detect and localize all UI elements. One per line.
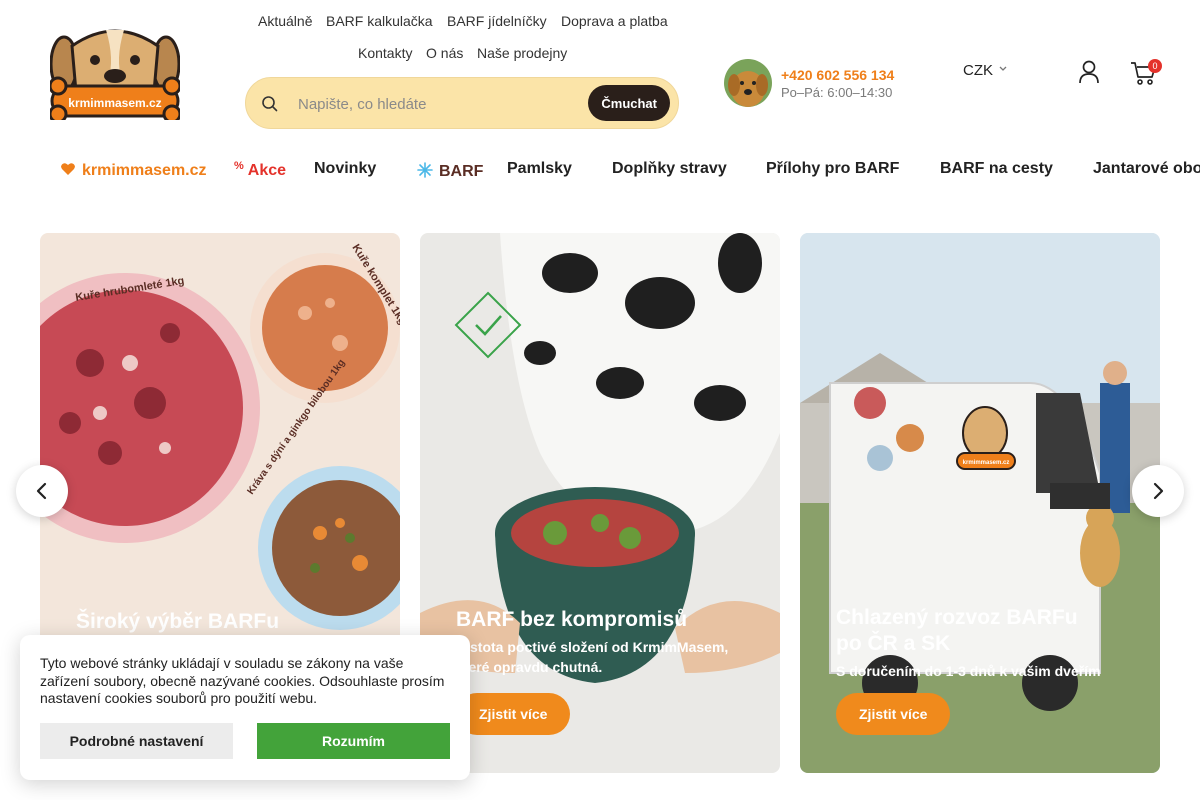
chevron-right-icon <box>1153 482 1164 500</box>
carousel-next-button[interactable] <box>1132 465 1184 517</box>
nav-label: Akce <box>247 162 287 179</box>
search-input[interactable] <box>298 90 578 118</box>
search-button[interactable]: Čmuchat <box>588 85 670 121</box>
carousel-prev-button[interactable] <box>16 465 68 517</box>
contact-hours: Po–Pá: 6:00–14:30 <box>781 85 893 100</box>
nav-item-novinky[interactable]: Novinky <box>314 160 376 178</box>
banner-subtitle: S doručením do 1-3 dnů k vašim dveřím <box>836 663 1101 679</box>
banner-chilled-delivery[interactable]: krmimmasem.cz Chlazený rozvoz BARFu po ČR… <box>800 233 1160 773</box>
search-icon <box>262 96 278 112</box>
heart-icon <box>61 163 75 175</box>
currency-select[interactable]: CZK <box>963 62 993 79</box>
nav-label: krmimmasem.cz <box>82 162 207 179</box>
contact-phone[interactable]: +420 602 556 134 <box>781 67 894 83</box>
site-logo[interactable]: krmimmasem.cz <box>48 20 182 124</box>
banner-title: Široký výběr BARFu <box>76 609 279 633</box>
nav-item-barf-na-cesty[interactable]: BARF na cesty <box>940 160 1053 178</box>
nav-item-doplnky[interactable]: Doplňky stravy <box>612 160 727 178</box>
snowflake-icon <box>417 162 433 178</box>
nav-item-jantarove[interactable]: Jantarové obo <box>1093 160 1200 178</box>
banner-title: BARF bez kompromisů <box>456 608 688 631</box>
nav-label: BARF <box>439 163 484 180</box>
cookie-banner: Tyto webové stránky ukládají v souladu s… <box>20 635 470 780</box>
cookie-settings-button[interactable]: Podrobné nastavení <box>40 723 233 759</box>
nav-item-akce[interactable]: % Akce <box>234 160 287 180</box>
toplink-barf-kalkulacka[interactable]: BARF kalkulačka <box>326 13 433 29</box>
search-bar: Čmuchat <box>245 77 679 129</box>
user-icon[interactable] <box>1076 59 1102 85</box>
nav-item-home[interactable]: krmimmasem.cz <box>60 162 207 180</box>
banner-title: Chlazený rozvoz BARFu po ČR a SK <box>836 606 1078 655</box>
nav-item-pamlsky[interactable]: Pamlsky <box>507 160 572 178</box>
chevron-down-icon[interactable] <box>998 64 1008 74</box>
nav-item-barf[interactable]: BARF <box>417 162 483 181</box>
cart-count-badge: 0 <box>1148 59 1162 73</box>
cookie-accept-button[interactable]: Rozumím <box>257 723 450 759</box>
toplink-aktualne[interactable]: Aktuálně <box>258 13 312 29</box>
toplink-doprava[interactable]: Doprava a platba <box>561 13 668 29</box>
toplink-kontakty[interactable]: Kontakty <box>358 45 412 61</box>
toplink-o-nas[interactable]: O nás <box>426 45 463 61</box>
percent-icon: % <box>234 160 244 172</box>
dog-eating-image <box>420 233 780 683</box>
dog-photo-icon <box>724 59 772 107</box>
dog-logo-icon: krmimmasem.cz <box>48 29 182 124</box>
van-logo-text: krmimmasem.cz <box>963 460 1010 466</box>
toplink-prodejny[interactable]: Naše prodejny <box>477 45 567 61</box>
banner-barf-no-compromise[interactable]: BARF bez kompromisů Čistota poctivé slož… <box>420 233 780 773</box>
cookie-text: Tyto webové stránky ukládají v souladu s… <box>40 655 445 706</box>
toplink-barf-jidelnicky[interactable]: BARF jídelníčky <box>447 13 547 29</box>
support-avatar <box>724 59 772 107</box>
chevron-left-icon <box>36 482 47 500</box>
banner-more-button[interactable]: Zjistit více <box>836 693 951 735</box>
logo-text: krmimmasem.cz <box>68 96 161 110</box>
banner-subtitle: Čistota poctivé složení od KrmimMasem, k… <box>456 639 729 675</box>
banner-more-button[interactable]: Zjistit více <box>456 693 571 735</box>
nav-item-prilohy[interactable]: Přílohy pro BARF <box>766 160 899 178</box>
delivery-van-image: krmimmasem.cz <box>800 233 1160 773</box>
